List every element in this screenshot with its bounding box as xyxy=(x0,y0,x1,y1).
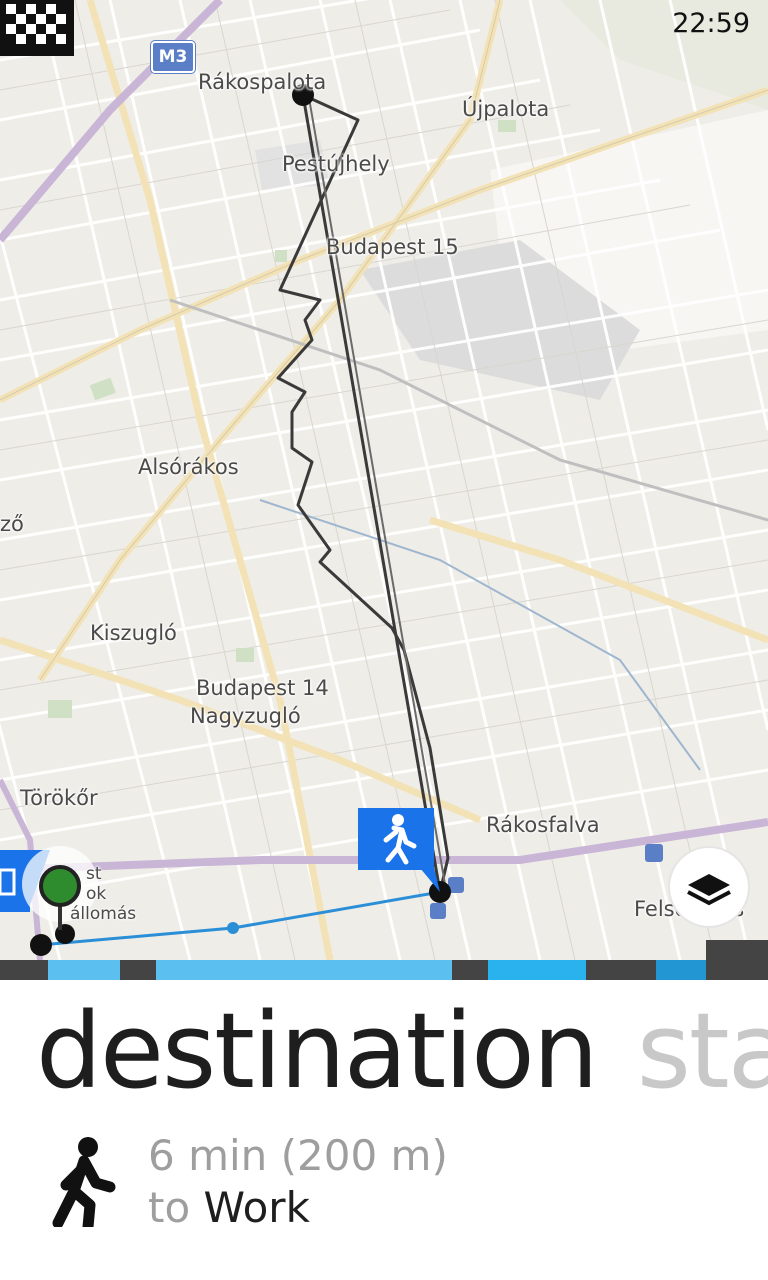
place-label-rakospalota: Rákospalota xyxy=(198,70,327,94)
to-label: to xyxy=(148,1183,191,1232)
destination-name: Work xyxy=(203,1183,310,1232)
place-label-rakosfalva: Rákosfalva xyxy=(486,813,600,837)
finish-flag-icon[interactable] xyxy=(0,0,74,56)
place-label-ujpalota: Újpalota xyxy=(462,97,550,121)
map-view[interactable]: M3 Rákospalota Újpalota Pestújhely Budap… xyxy=(0,0,768,960)
progress-segment xyxy=(0,960,48,980)
progress-segment xyxy=(48,960,120,980)
place-label-nagyzuglo: Nagyzugló xyxy=(190,704,301,728)
map-layers-button[interactable] xyxy=(670,848,748,926)
progress-segment xyxy=(488,960,586,980)
pivot-header[interactable]: destination sta xyxy=(36,990,768,1112)
place-label-budapest-15: Budapest 15 xyxy=(326,235,459,259)
place-label-zo: ző xyxy=(0,512,24,536)
place-label-allomas: állomás xyxy=(70,904,137,924)
highway-shield: M3 xyxy=(151,41,195,73)
progress-segment xyxy=(586,960,656,980)
progress-segment xyxy=(120,960,156,980)
place-label-alsorakos: Alsórákos xyxy=(138,455,239,479)
progress-segment xyxy=(656,960,706,980)
walk-marker-pointer xyxy=(420,868,440,892)
progress-segment xyxy=(452,960,488,980)
pivot-item-next[interactable]: sta xyxy=(637,990,768,1112)
status-clock: 22:59 xyxy=(672,8,750,39)
layers-icon xyxy=(687,874,731,906)
walk-segment-marker[interactable] xyxy=(358,808,434,870)
step-duration: 6 min (200 m) xyxy=(148,1131,448,1180)
walking-icon xyxy=(383,814,417,865)
step-info: 6 min (200 m) to Work xyxy=(148,1130,448,1234)
progress-segment xyxy=(156,960,452,980)
directions-panel[interactable]: destination sta 6 min (200 m) to Work xyxy=(0,980,768,1280)
route-progress-bar xyxy=(0,940,768,980)
place-label-st: st xyxy=(86,864,102,884)
place-label-kiszuglo: Kiszugló xyxy=(90,621,177,645)
walking-icon xyxy=(52,1137,116,1227)
pivot-item-destination[interactable]: destination xyxy=(36,990,599,1112)
place-label-ok: ok xyxy=(86,884,107,904)
place-label-budapest-14: Budapest 14 xyxy=(196,676,329,700)
progress-segment xyxy=(706,940,768,980)
place-label-pestujhely: Pestújhely xyxy=(282,152,390,176)
place-label-torokor: Törökőr xyxy=(20,786,98,810)
